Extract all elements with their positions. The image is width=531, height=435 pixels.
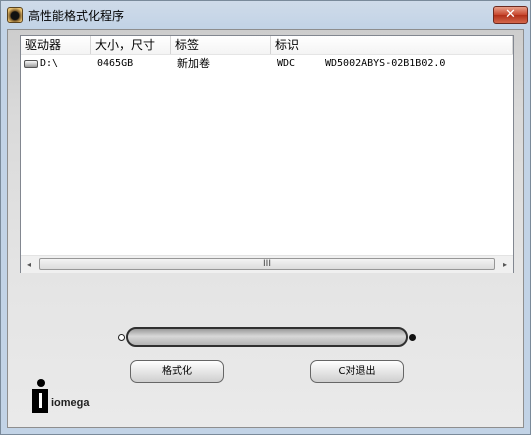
drive-size: 0465GB: [97, 58, 134, 69]
scroll-right-arrow[interactable]: ▸: [497, 256, 513, 273]
scroll-left-arrow[interactable]: ◂: [21, 256, 37, 273]
logo-mark: [32, 389, 48, 413]
column-header-size[interactable]: 大小，尺寸: [91, 36, 171, 54]
drive-vendor: WDC: [277, 58, 296, 69]
format-app-icon: [7, 7, 23, 23]
formatter-window: 高性能格式化程序 ✕ 驱动器 大小，尺寸 标签 标识 D:\ 0465GB 新加…: [0, 0, 531, 435]
list-header: 驱动器 大小，尺寸 标签 标识: [21, 36, 513, 55]
format-button[interactable]: 格式化: [130, 360, 224, 383]
brand-name: iomega: [51, 397, 90, 409]
exit-button[interactable]: C对退出: [310, 360, 404, 383]
scroll-grip: III: [263, 259, 271, 269]
progress-start-dot: [118, 334, 125, 341]
drive-letter: D:\: [40, 58, 59, 69]
close-icon: ✕: [505, 7, 516, 22]
hard-drive-icon: [24, 60, 38, 68]
drive-list[interactable]: 驱动器 大小，尺寸 标签 标识 D:\ 0465GB 新加卷 WDC WD500…: [20, 35, 514, 273]
list-item[interactable]: D:\ 0465GB 新加卷 WDC WD5002ABYS-02B1B02.0: [21, 56, 513, 72]
progress-end-dot: [409, 334, 416, 341]
column-header-label[interactable]: 标签: [171, 36, 271, 54]
iomega-logo: iomega: [30, 379, 100, 415]
scroll-thumb[interactable]: III: [39, 258, 495, 270]
volume-label: 新加卷: [177, 57, 210, 70]
format-progress-bar: [126, 327, 408, 347]
close-button[interactable]: ✕: [493, 6, 528, 24]
column-header-drive[interactable]: 驱动器: [21, 36, 91, 54]
column-header-id[interactable]: 标识: [271, 36, 513, 54]
logo-dot: [37, 379, 45, 387]
client-area: 驱动器 大小，尺寸 标签 标识 D:\ 0465GB 新加卷 WDC WD500…: [7, 29, 524, 428]
drive-model: WD5002ABYS-02B1B02.0: [325, 58, 446, 69]
title-bar[interactable]: 高性能格式化程序 ✕: [1, 1, 530, 29]
window-title: 高性能格式化程序: [28, 9, 125, 23]
horizontal-scrollbar[interactable]: ◂ III ▸: [21, 255, 513, 273]
